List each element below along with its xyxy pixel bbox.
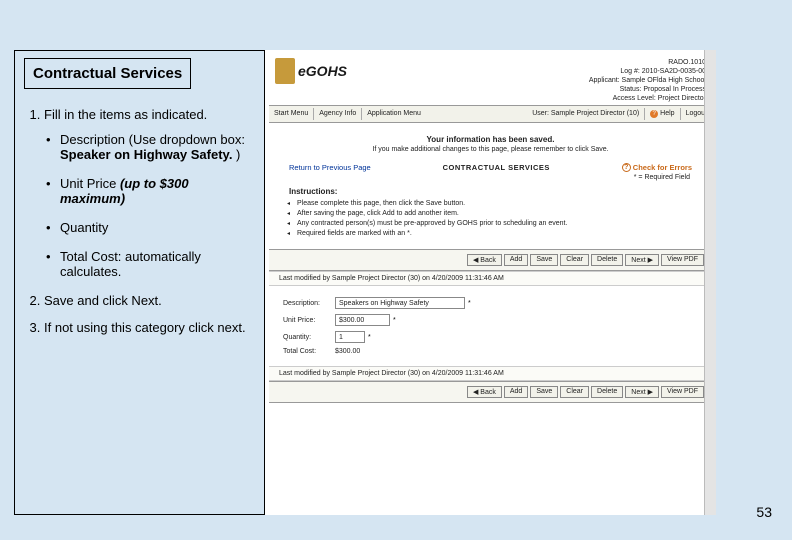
question-icon: ? bbox=[622, 163, 631, 172]
nav-appmenu[interactable]: Application Menu bbox=[362, 108, 426, 120]
bullet-quantity: Quantity bbox=[60, 220, 254, 235]
next-button[interactable]: Next ▶ bbox=[625, 254, 659, 266]
step-1-text: Fill in the items as indicated. bbox=[44, 107, 207, 122]
meta-line-3: Applicant: Sample OFlda High School bbox=[589, 76, 706, 85]
logo-icon bbox=[275, 58, 295, 84]
add-button[interactable]: Add bbox=[504, 386, 528, 398]
clear-button[interactable]: Clear bbox=[560, 386, 589, 398]
delete-button[interactable]: Delete bbox=[591, 254, 623, 266]
desc-select[interactable]: Speakers on Highway Safety bbox=[335, 297, 465, 309]
nav-help-label: Help bbox=[660, 110, 674, 117]
back-button[interactable]: ◀ Back bbox=[467, 386, 502, 398]
help-icon: ? bbox=[650, 110, 658, 118]
page-number: 53 bbox=[756, 504, 772, 520]
return-link[interactable]: Return to Previous Page bbox=[289, 163, 371, 172]
nav-bar: Start Menu Agency Info Application Menu … bbox=[269, 105, 712, 123]
nav-agency[interactable]: Agency Info bbox=[314, 108, 362, 120]
qty-input[interactable]: 1 bbox=[335, 331, 365, 343]
desc-label: Description: bbox=[283, 300, 335, 307]
add-button[interactable]: Add bbox=[504, 254, 528, 266]
clear-button[interactable]: Clear bbox=[560, 254, 589, 266]
unit-label: Unit Price: bbox=[283, 317, 335, 324]
button-row-top: ◀ Back Add Save Clear Delete Next ▶ View… bbox=[269, 249, 712, 271]
step-1: Fill in the items as indicated. Descript… bbox=[44, 107, 254, 279]
step-2: Save and click Next. bbox=[44, 293, 254, 308]
total-value: $300.00 bbox=[335, 348, 360, 355]
last-modified-2: Last modified by Sample Project Director… bbox=[269, 366, 712, 381]
bullet-total: Total Cost: automatically calculates. bbox=[60, 249, 254, 279]
save-button[interactable]: Save bbox=[530, 386, 558, 398]
next-button[interactable]: Next ▶ bbox=[625, 386, 659, 398]
unitprice-pre: Unit Price bbox=[60, 176, 120, 191]
last-modified: Last modified by Sample Project Director… bbox=[269, 271, 712, 286]
meta-line-2: Log #: 2010-SA2D-0035-00 bbox=[589, 67, 706, 76]
saved-sub: If you make additional changes to this p… bbox=[269, 146, 712, 153]
bullet-unitprice: Unit Price (up to $300 maximum) bbox=[60, 176, 254, 206]
nav-start[interactable]: Start Menu bbox=[269, 108, 314, 120]
viewpdf-button[interactable]: View PDF bbox=[661, 254, 704, 266]
logo-text: eGOHS bbox=[298, 63, 347, 79]
instr-3: Any contracted person(s) must be pre-app… bbox=[297, 220, 712, 227]
instr-4: Required fields are marked with an *. bbox=[297, 230, 712, 237]
viewpdf-button[interactable]: View PDF bbox=[661, 386, 704, 398]
unit-input[interactable]: $300.00 bbox=[335, 314, 390, 326]
nav-user: User: Sample Project Director (10) bbox=[527, 108, 645, 120]
nav-help[interactable]: ?Help bbox=[645, 108, 680, 120]
meta-line-4: Status: Proposal In Process bbox=[589, 85, 706, 94]
save-button[interactable]: Save bbox=[530, 254, 558, 266]
required-field-note: * = Required Field bbox=[269, 174, 712, 181]
desc-post: ) bbox=[232, 147, 240, 162]
form-area: Description: Speakers on Highway Safety … bbox=[269, 286, 712, 366]
required-star: * bbox=[393, 317, 396, 324]
scrollbar[interactable] bbox=[704, 50, 716, 515]
button-row-bottom: ◀ Back Add Save Clear Delete Next ▶ View… bbox=[269, 381, 712, 403]
meta-line-5: Access Level: Project Director bbox=[589, 94, 706, 103]
page-title: CONTRACTUAL SERVICES bbox=[443, 163, 550, 172]
saved-message: Your information has been saved. bbox=[269, 135, 712, 144]
delete-button[interactable]: Delete bbox=[591, 386, 623, 398]
section-title: Contractual Services bbox=[24, 58, 191, 89]
left-instructions-panel: Contractual Services Fill in the items a… bbox=[14, 50, 264, 515]
required-star: * bbox=[368, 334, 371, 341]
desc-pre: Description (Use dropdown box: bbox=[60, 132, 245, 147]
header-meta: RADO.1010 Log #: 2010-SA2D-0035-00 Appli… bbox=[589, 58, 706, 103]
app-logo: eGOHS bbox=[275, 58, 347, 84]
meta-line-1: RADO.1010 bbox=[589, 58, 706, 67]
required-star: * bbox=[468, 300, 471, 307]
step-3: If not using this category click next. bbox=[44, 320, 254, 335]
desc-bold: Speaker on Highway Safety. bbox=[60, 147, 232, 162]
instructions-list: Please complete this page, then click th… bbox=[269, 200, 712, 237]
instructions-head: Instructions: bbox=[269, 187, 712, 196]
check-errors-label: Check for Errors bbox=[633, 163, 692, 172]
qty-label: Quantity: bbox=[283, 334, 335, 341]
check-errors-link[interactable]: ? Check for Errors bbox=[622, 163, 692, 172]
instr-1: Please complete this page, then click th… bbox=[297, 200, 712, 207]
instr-2: After saving the page, click Add to add … bbox=[297, 210, 712, 217]
app-screenshot: eGOHS RADO.1010 Log #: 2010-SA2D-0035-00… bbox=[264, 50, 716, 515]
back-button[interactable]: ◀ Back bbox=[467, 254, 502, 266]
total-label: Total Cost: bbox=[283, 348, 335, 355]
bullet-description: Description (Use dropdown box: Speaker o… bbox=[60, 132, 254, 162]
